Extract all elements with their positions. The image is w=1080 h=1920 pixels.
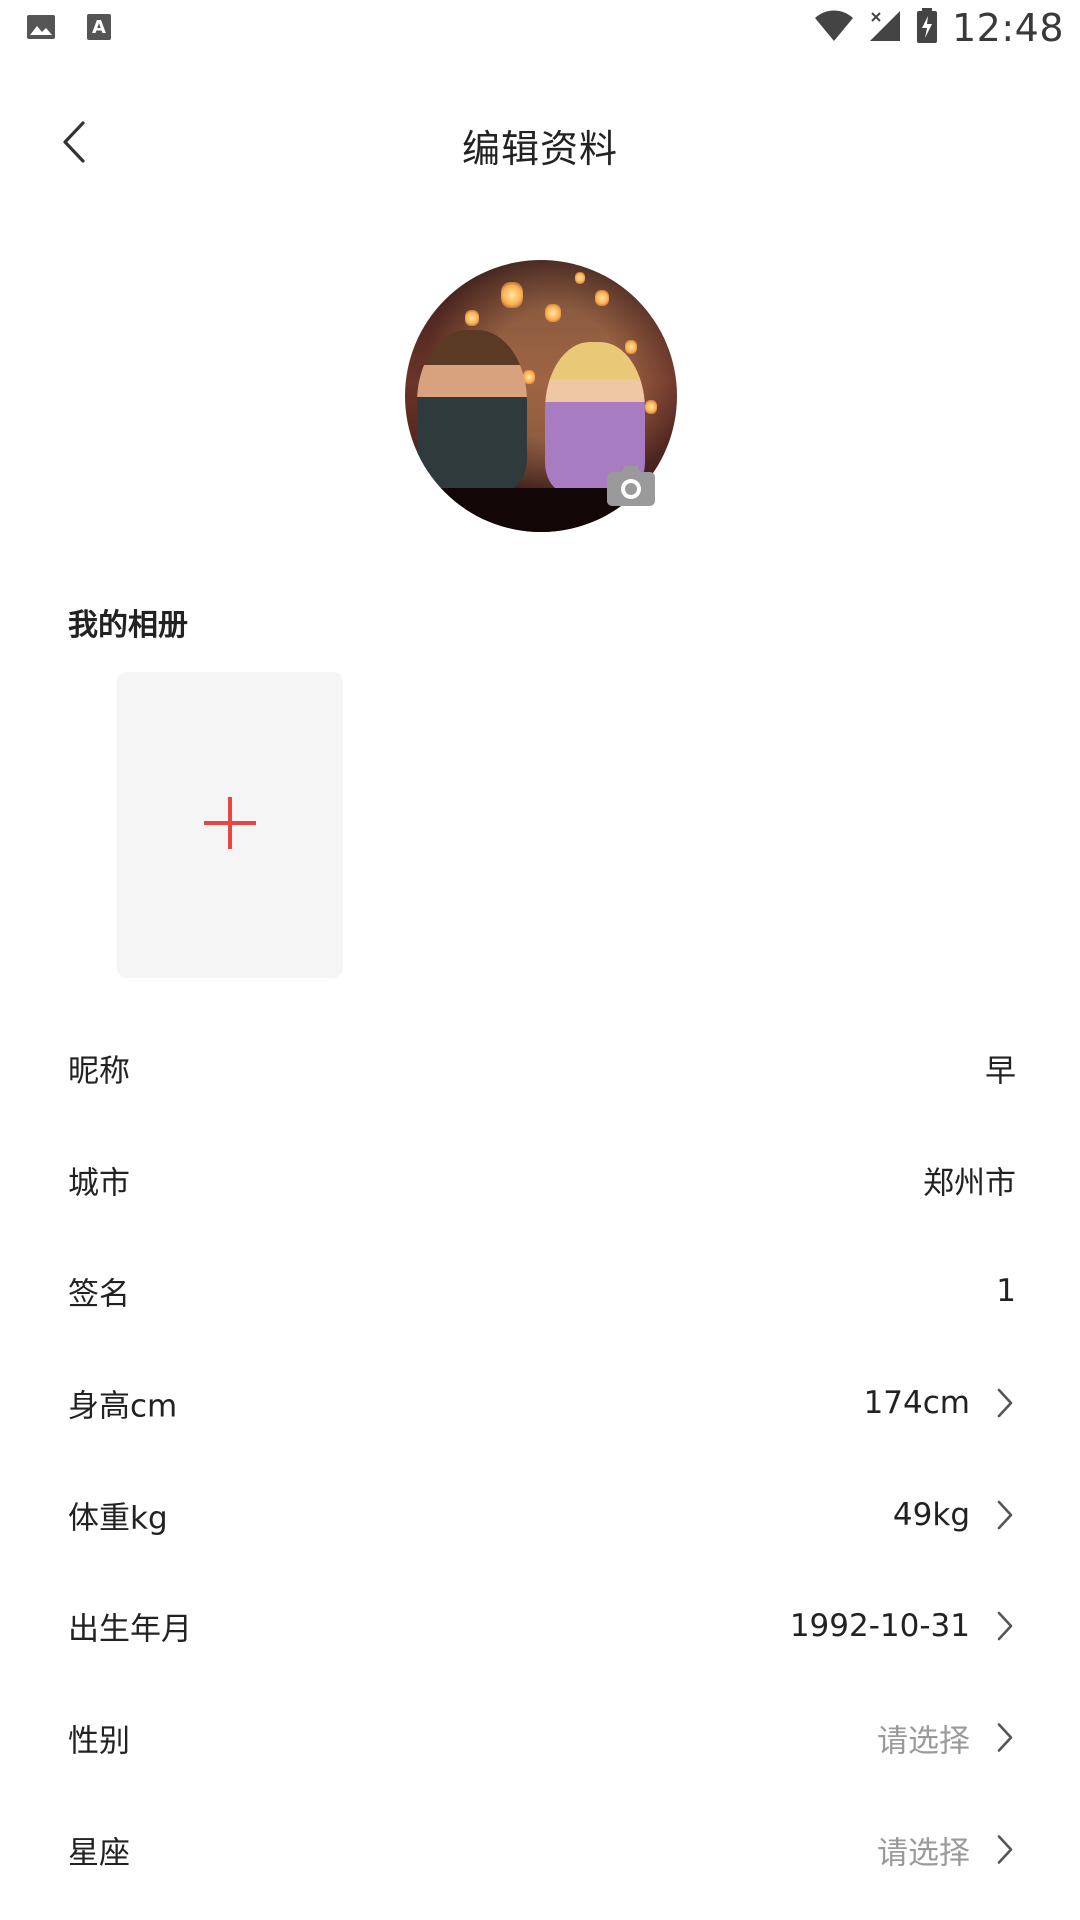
chevron-right-icon bbox=[994, 1721, 1016, 1755]
image-icon bbox=[26, 12, 56, 46]
row-value: 49kg bbox=[892, 1496, 970, 1533]
battery-charging-icon bbox=[916, 8, 938, 48]
row-value-group: 174cm bbox=[864, 1385, 1016, 1421]
row-value: 郑州市 bbox=[923, 1165, 1016, 1202]
row-value-group: 49kg bbox=[893, 1497, 1016, 1533]
row-label: 签名 bbox=[68, 1276, 130, 1313]
row-placeholder: 请选择 bbox=[877, 1723, 970, 1760]
profile-row[interactable]: 身高cm 174cm bbox=[0, 1347, 1080, 1459]
camera-icon bbox=[606, 465, 656, 511]
row-label: 星座 bbox=[68, 1835, 130, 1872]
chevron-right-icon bbox=[994, 1498, 1016, 1532]
profile-row[interactable]: 出生年月 1992-10-31 bbox=[0, 1570, 1080, 1682]
text-a-icon: A bbox=[86, 12, 114, 46]
row-label: 出生年月 bbox=[68, 1611, 192, 1648]
row-value: 早 bbox=[985, 1053, 1016, 1090]
signal-icon bbox=[868, 9, 902, 47]
row-value-group: 郑州市 bbox=[923, 1157, 1016, 1202]
profile-row[interactable]: 昵称 早 bbox=[0, 1012, 1080, 1124]
row-placeholder: 请选择 bbox=[877, 1835, 970, 1872]
row-value: 1 bbox=[996, 1273, 1016, 1310]
plus-icon bbox=[204, 797, 256, 853]
chevron-right-icon bbox=[994, 1609, 1016, 1643]
row-value: 174cm bbox=[863, 1384, 970, 1421]
row-value-group: 请选择 bbox=[877, 1827, 1016, 1872]
row-label: 昵称 bbox=[68, 1053, 130, 1090]
change-avatar-button[interactable] bbox=[605, 466, 657, 510]
wifi-icon bbox=[814, 9, 854, 47]
chevron-right-icon bbox=[994, 1386, 1016, 1420]
profile-row[interactable]: 签名 1 bbox=[0, 1235, 1080, 1347]
nav-header: 编辑资料 bbox=[0, 88, 1080, 198]
row-value-group: 请选择 bbox=[877, 1715, 1016, 1760]
row-label: 城市 bbox=[68, 1165, 130, 1202]
row-label: 体重kg bbox=[68, 1500, 168, 1537]
profile-field-list: 昵称 早城市 郑州市签名 1 身高cm 174cm 体重kg 49kg 出生年月 1992-10-… bbox=[0, 1012, 1080, 1906]
profile-row[interactable]: 星座 请选择 bbox=[0, 1794, 1080, 1906]
row-label: 身高cm bbox=[68, 1388, 178, 1425]
edit-profile-page: A 12:48 编辑资料 我的相册 昵称 早 城市 郑州市 签名 1 身高cm … bbox=[0, 0, 1080, 1920]
chevron-right-icon bbox=[994, 1833, 1016, 1867]
profile-row[interactable]: 体重kg 49kg bbox=[0, 1459, 1080, 1571]
profile-row[interactable]: 性别 请选择 bbox=[0, 1682, 1080, 1794]
avatar-editor[interactable] bbox=[405, 260, 677, 532]
row-value-group: 1992-10-31 bbox=[790, 1608, 1016, 1644]
album-title: 我的相册 bbox=[68, 608, 188, 643]
status-time: 12:48 bbox=[951, 6, 1064, 50]
svg-text:A: A bbox=[92, 17, 106, 38]
row-value: 1992-10-31 bbox=[789, 1608, 970, 1645]
row-label: 性别 bbox=[68, 1723, 130, 1760]
profile-row[interactable]: 城市 郑州市 bbox=[0, 1124, 1080, 1236]
status-bar: A 12:48 bbox=[0, 0, 1080, 56]
row-value-group: 1 bbox=[996, 1273, 1016, 1309]
add-photo-button[interactable] bbox=[117, 672, 343, 978]
page-title: 编辑资料 bbox=[461, 127, 618, 171]
row-value-group: 早 bbox=[985, 1045, 1016, 1090]
